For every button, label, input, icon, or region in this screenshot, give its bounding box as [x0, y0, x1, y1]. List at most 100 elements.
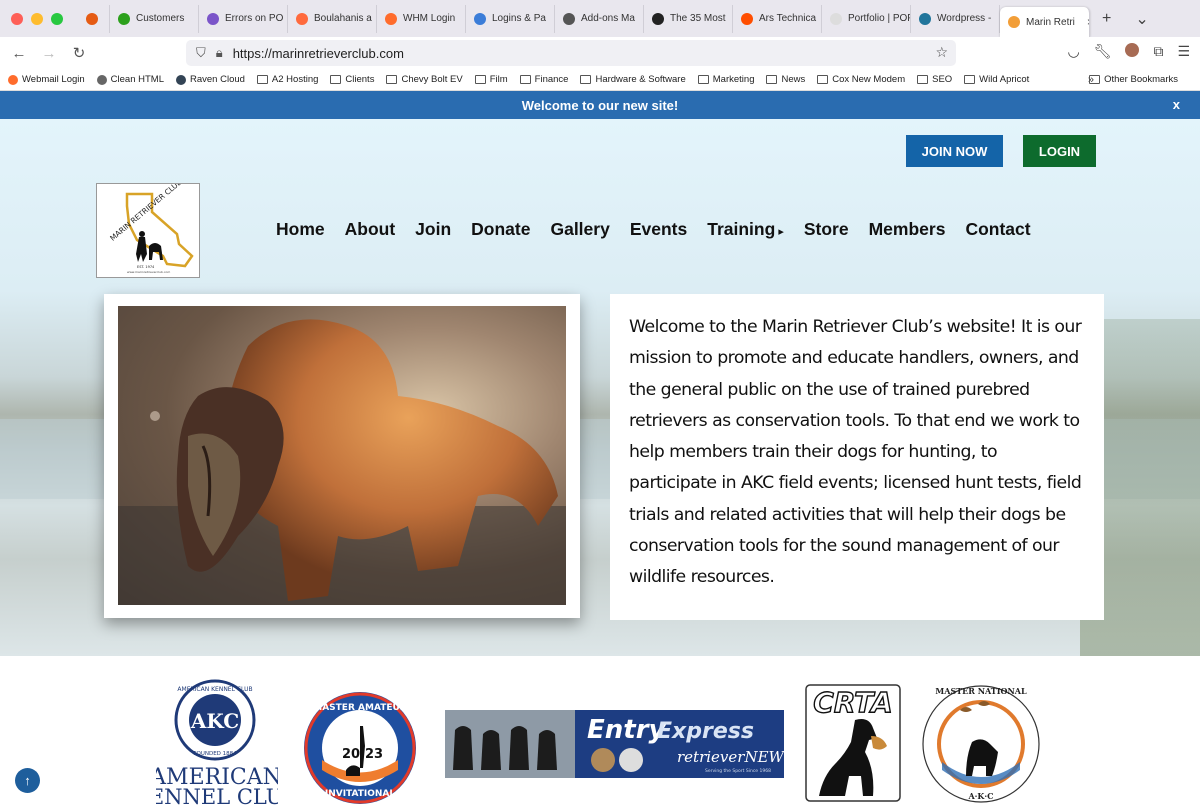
folder-icon: [917, 75, 929, 84]
bookmark-favicon-icon: [8, 74, 18, 85]
bookmark-item[interactable]: Raven Cloud: [176, 74, 245, 85]
lock-icon[interactable]: 🔒︎: [216, 45, 223, 61]
bookmark-item[interactable]: Chevy Bolt EV: [386, 74, 463, 85]
bookmark-item[interactable]: Finance: [519, 74, 569, 85]
nav-item-join[interactable]: Join: [415, 219, 451, 240]
announcement-close-button[interactable]: x: [1173, 97, 1180, 112]
tab-label: Logins & Pa: [492, 13, 546, 24]
bookmark-item[interactable]: News: [766, 74, 805, 85]
crta-logo[interactable]: CRTA: [805, 684, 901, 802]
toolbar-actions: ◡ 🔧︎ ⧉ ☰: [1067, 43, 1190, 60]
bookmark-star-icon[interactable]: ☆: [935, 44, 948, 61]
tab-label: Marin Retri: [1026, 16, 1075, 28]
bookmark-item[interactable]: Wild Apricot: [964, 74, 1029, 85]
bookmark-item[interactable]: Clean HTML: [96, 74, 164, 85]
folder-icon: [1089, 75, 1101, 84]
california-dog-logo-icon: MARIN RETRIEVER CLUB EST. 1974 www.marin…: [108, 177, 194, 274]
pocket-icon[interactable]: ◡: [1067, 43, 1079, 60]
nav-item-store[interactable]: Store: [804, 219, 849, 240]
bookmark-label: Webmail Login: [22, 74, 85, 85]
bookmark-favicon-icon: [96, 74, 107, 85]
folder-icon: [964, 75, 976, 84]
nav-item-home[interactable]: Home: [276, 219, 325, 240]
entry-express-title-2: Express: [657, 719, 754, 744]
tab-label: WHM Login: [403, 13, 456, 24]
nav-item-events[interactable]: Events: [630, 219, 687, 240]
nav-item-donate[interactable]: Donate: [471, 219, 530, 240]
nav-item-contact[interactable]: Contact: [965, 219, 1030, 240]
address-bar[interactable]: ⛉ 🔒︎ https://marinretrieverclub.com ☆: [186, 40, 956, 66]
crta-title: CRTA: [813, 686, 892, 719]
tab-favicon-icon: [474, 12, 486, 25]
login-button[interactable]: LOGIN: [1023, 135, 1096, 167]
folder-icon: [386, 75, 398, 84]
tab-favicon-icon: [118, 12, 130, 25]
nav-item-about[interactable]: About: [345, 219, 396, 240]
bookmark-item[interactable]: Cox New Modem: [817, 74, 905, 85]
account-avatar[interactable]: [1125, 43, 1140, 57]
nav-item-gallery[interactable]: Gallery: [550, 219, 609, 240]
other-bookmarks[interactable]: Other Bookmarks: [1089, 74, 1178, 85]
entry-express-banner[interactable]: Entry Express retrieverNEWS Serving the …: [445, 710, 794, 778]
mission-text-box: Welcome to the Marin Retriever Club’s we…: [610, 294, 1104, 620]
site-logo[interactable]: MARIN RETRIEVER CLUB EST. 1974 www.marin…: [96, 177, 200, 278]
join-now-button[interactable]: JOIN NOW: [906, 135, 1003, 167]
tab-active[interactable]: Marin Retri×: [1000, 7, 1090, 37]
bookmark-label: News: [781, 74, 806, 85]
menu-icon[interactable]: ☰: [1177, 43, 1190, 60]
tab[interactable]: Wordpress -: [911, 4, 1000, 33]
bookmark-item[interactable]: SEO: [917, 74, 952, 85]
bookmark-item[interactable]: A2 Hosting: [256, 74, 318, 85]
forward-arrow-icon[interactable]: →: [34, 45, 64, 62]
master-national-logo[interactable]: MASTER NATIONAL A·K·C: [920, 682, 1043, 806]
tab[interactable]: Boulahanis a: [288, 4, 377, 33]
tab[interactable]: Add-ons Ma: [555, 4, 644, 33]
bookmark-item[interactable]: Webmail Login: [8, 74, 85, 85]
arrow-up-icon: ↑: [24, 773, 31, 788]
tab[interactable]: [78, 4, 110, 33]
main-navigation: Home About Join Donate Gallery Events Training…: [276, 219, 1051, 240]
scroll-to-top-button[interactable]: ↑: [15, 768, 40, 793]
tab-list-chevron-icon[interactable]: ⌄: [1123, 9, 1160, 29]
wrench-icon[interactable]: 🔧︎: [1094, 43, 1112, 60]
tab-favicon-icon: [830, 12, 842, 25]
logo-est: EST. 1974: [137, 265, 155, 269]
tab-label: Wordpress -: [937, 13, 992, 24]
bookmark-favicon-icon: [176, 74, 186, 85]
maximize-window-button[interactable]: [51, 12, 63, 25]
nav-item-members[interactable]: Members: [869, 219, 946, 240]
shield-icon[interactable]: ⛉: [196, 45, 206, 61]
bookmark-label: Raven Cloud: [190, 74, 245, 85]
tab[interactable]: The 35 Most: [644, 4, 733, 33]
bookmark-label: Finance: [534, 74, 569, 85]
tab-favicon-icon: [385, 12, 397, 25]
bookmark-item[interactable]: Film: [474, 74, 508, 85]
dog-photo-illustration: [118, 319, 566, 605]
nav-item-training[interactable]: Training: [707, 219, 784, 240]
minimize-window-button[interactable]: [31, 12, 43, 25]
back-arrow-icon[interactable]: ←: [4, 45, 34, 62]
tab[interactable]: Errors on PO: [199, 4, 288, 33]
akc-logo[interactable]: AKC AMERICAN KENNEL CLUB FOUNDED 1884 AM…: [133, 678, 299, 809]
tab[interactable]: Logins & Pa: [466, 4, 555, 33]
new-tab-icon[interactable]: +: [1090, 10, 1123, 28]
reload-icon[interactable]: ↻: [64, 44, 94, 62]
tab-favicon-icon: [296, 12, 308, 25]
extensions-icon[interactable]: ⧉: [1153, 43, 1163, 60]
close-window-button[interactable]: [11, 12, 23, 25]
url-text[interactable]: https://marinretrieverclub.com: [233, 46, 404, 61]
tab[interactable]: WHM Login: [377, 4, 466, 33]
master-amateur-logo[interactable]: 20 23 MASTER AMATEUR INVITATIONAL: [302, 690, 418, 806]
akc-seal-icon: AKC AMERICAN KENNEL CLUB FOUNDED 1884 AM…: [133, 679, 299, 809]
bookmark-label: Marketing: [712, 74, 755, 85]
bookmarks-toolbar: Webmail Login Clean HTML Raven Cloud A2 Hos…: [0, 69, 1200, 91]
bookmark-item[interactable]: Hardware & Software: [580, 74, 686, 85]
tab[interactable]: Customers: [110, 4, 199, 33]
tab[interactable]: Ars Technica: [733, 4, 822, 33]
bookmark-item[interactable]: Clients: [330, 74, 374, 85]
bookmark-item[interactable]: Marketing: [697, 74, 755, 85]
tab[interactable]: Portfolio | POPCK: [822, 4, 911, 33]
akc-founded: FOUNDED 1884: [193, 751, 237, 757]
folder-icon: [697, 75, 709, 84]
folder-icon: [519, 75, 531, 84]
